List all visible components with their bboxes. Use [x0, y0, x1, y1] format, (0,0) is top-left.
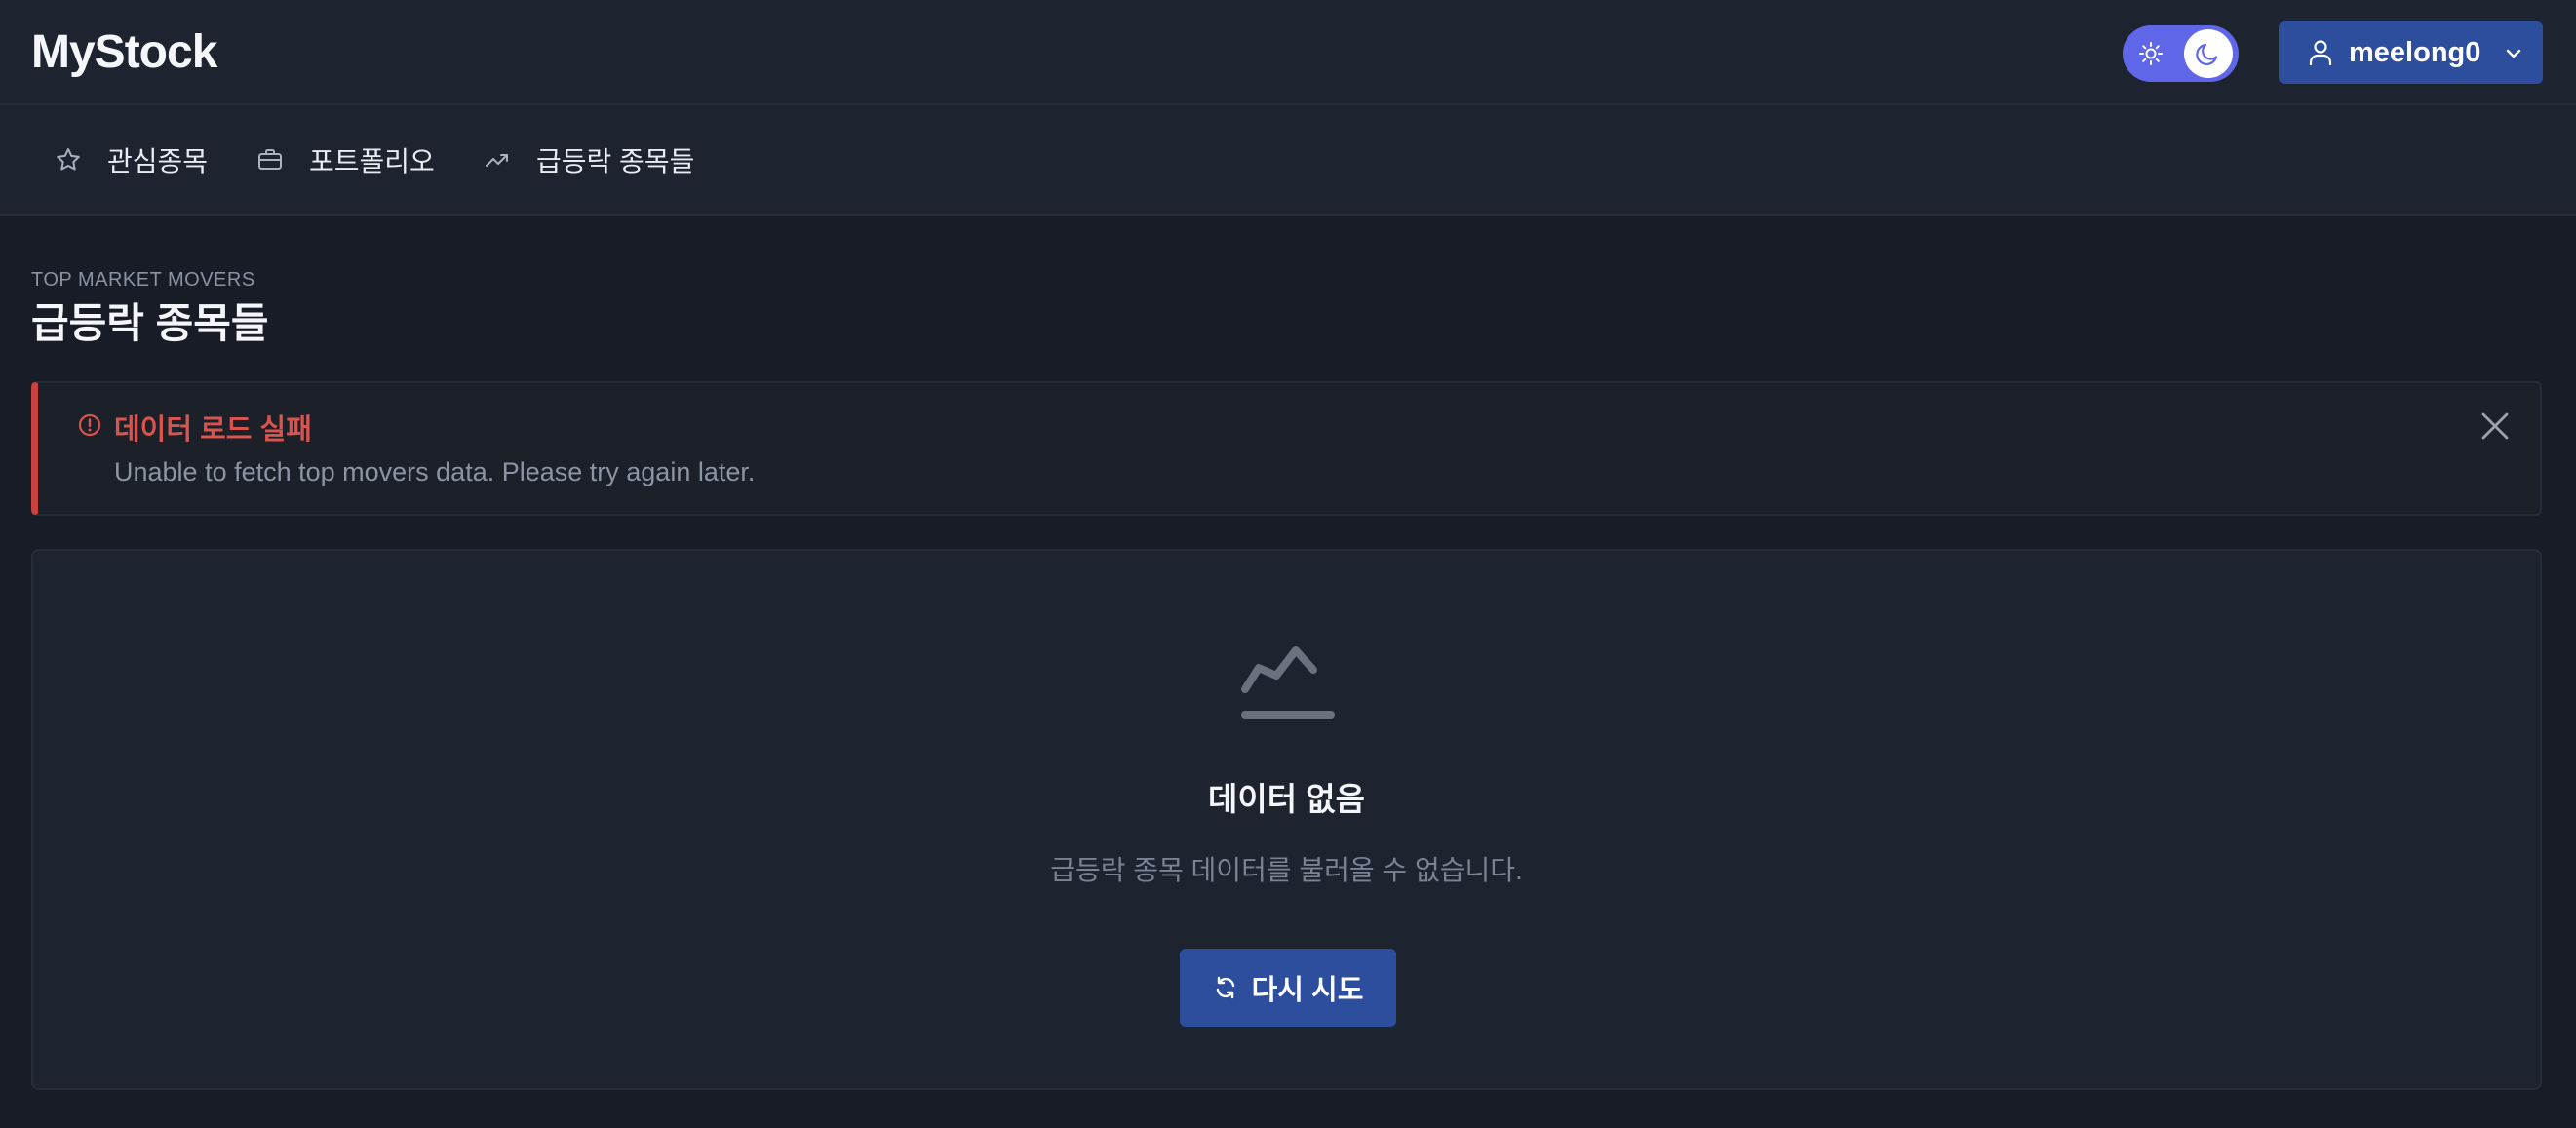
trending-up-icon	[486, 154, 508, 167]
nav-item-watchlist[interactable]: 관심종목	[55, 140, 208, 179]
username-label: meelong0	[2349, 37, 2481, 68]
alert-message: Unable to fetch top movers data. Please …	[114, 457, 756, 486]
sun-icon	[2139, 42, 2163, 65]
page-subtitle: TOP MARKET MOVERS	[31, 269, 255, 291]
user-icon	[2309, 40, 2332, 66]
nav-item-portfolio[interactable]: 포트폴리오	[256, 140, 435, 179]
chevron-down-icon	[2506, 49, 2521, 58]
nav-item-top-movers[interactable]: 급등락 종목들	[484, 140, 694, 179]
empty-state-title: 데이터 없음	[1208, 781, 1365, 817]
user-menu-button[interactable]: meelong0	[2279, 21, 2543, 84]
alert-title: 데이터 로드 실패	[114, 414, 312, 446]
nav-item-label: 관심종목	[107, 146, 209, 176]
nav-item-label: 급등락 종목들	[536, 146, 695, 176]
empty-state-description: 급등락 종목 데이터를 불러올 수 없습니다.	[1050, 855, 1523, 885]
retry-button-label: 다시 시도	[1251, 975, 1364, 1006]
app-logo[interactable]: MyStock	[31, 25, 217, 79]
retry-button[interactable]: 다시 시도	[1180, 949, 1396, 1027]
theme-toggle-knob[interactable]	[2184, 29, 2233, 78]
error-alert: 데이터 로드 실패 Unable to fetch top movers dat…	[31, 381, 2542, 516]
page-title: 급등락 종목들	[31, 300, 269, 346]
alert-circle-icon	[78, 413, 101, 437]
chart-area-icon	[1241, 646, 1335, 719]
nav-item-label: 포트폴리오	[309, 146, 435, 176]
star-icon	[57, 148, 80, 171]
top-header: MyStock meelong0	[0, 0, 2576, 105]
close-icon[interactable]	[2478, 408, 2513, 444]
moon-icon	[2196, 43, 2218, 65]
refresh-icon	[1216, 976, 1234, 999]
main-nav: 관심종목 포트폴리오 급등락 종목들	[0, 105, 2576, 216]
theme-toggle[interactable]	[2123, 25, 2239, 82]
top-movers-panel: 데이터 없음 급등락 종목 데이터를 불러올 수 없습니다. 다시 시도	[31, 549, 2542, 1090]
briefcase-icon	[258, 149, 282, 170]
